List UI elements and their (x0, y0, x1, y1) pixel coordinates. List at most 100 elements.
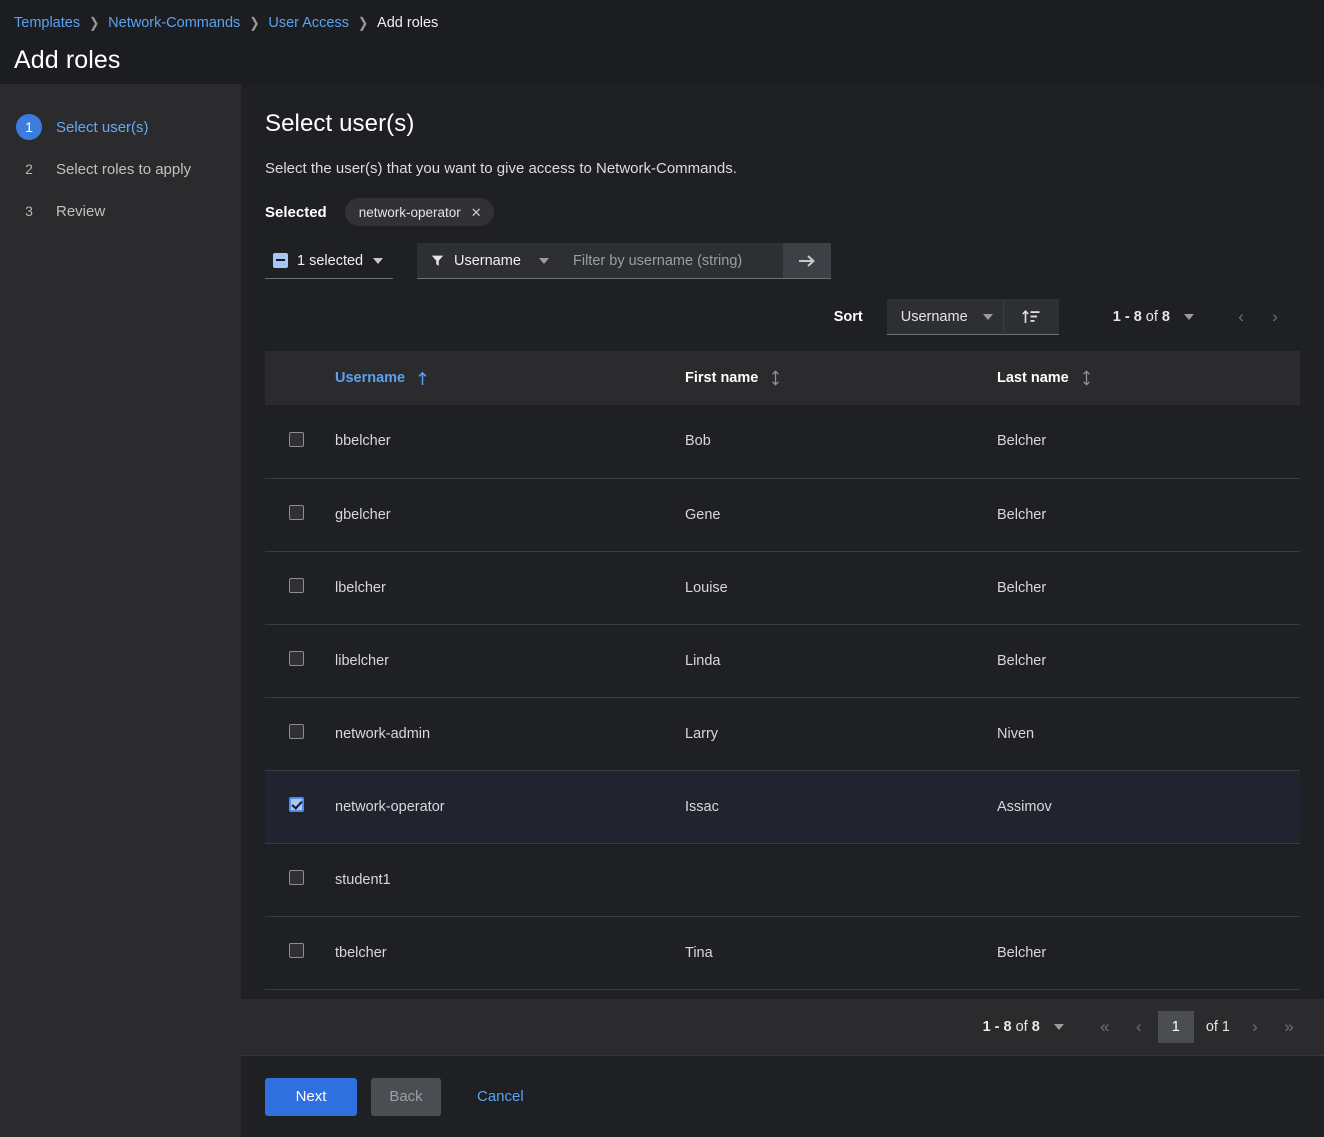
chevron-down-icon[interactable] (539, 257, 549, 264)
cell-username: libelcher (335, 624, 685, 698)
wizard-step-number: 2 (25, 161, 33, 177)
header-cell-username[interactable]: Username (335, 351, 685, 405)
header-label-last-name: Last name (997, 370, 1069, 386)
header-sort-username[interactable]: Username (335, 370, 685, 386)
breadcrumb-item-add-roles: Add roles (377, 15, 439, 31)
pagination-perpage-chevron-down-icon[interactable] (1184, 314, 1194, 320)
pagination-first-button[interactable]: « (1088, 1010, 1122, 1044)
table-row[interactable]: gbelcher Gene Belcher (265, 478, 1300, 552)
row-checkbox[interactable] (289, 724, 304, 739)
breadcrumb: Templates ❯ Network-Commands ❯ User Acce… (14, 12, 1324, 34)
sort-direction-button[interactable] (1002, 299, 1059, 335)
section-title: Select user(s) (265, 110, 415, 137)
cell-checkbox[interactable] (265, 551, 335, 625)
cell-first-name: Bob (685, 405, 997, 479)
body-split: 1 Select user(s) 2 Select roles to apply… (0, 84, 1324, 1137)
bulk-select-dropdown[interactable]: 1 selected (265, 243, 393, 279)
header-label-first-name: First name (685, 370, 759, 386)
cell-last-name: Belcher (997, 478, 1300, 552)
row-checkbox[interactable] (289, 797, 304, 812)
breadcrumb-item-network-commands[interactable]: Network-Commands (108, 12, 240, 34)
wizard-step-label: Review (56, 202, 106, 220)
pagination-next-button[interactable]: › (1238, 1010, 1272, 1044)
cell-username: network-operator (335, 770, 685, 844)
cell-username: gbelcher (335, 478, 685, 552)
cell-last-name: Belcher (997, 916, 1300, 990)
cell-first-name: Linda (685, 624, 997, 698)
wizard-step-select-users[interactable]: 1 Select user(s) (0, 106, 240, 148)
breadcrumb-separator-icon: ❯ (249, 14, 260, 32)
top-pagination-prev-button[interactable]: ‹ (1224, 300, 1258, 334)
page-header: Templates ❯ Network-Commands ❯ User Acce… (0, 0, 1324, 84)
cell-first-name: Tina (685, 916, 997, 990)
cell-first-name (685, 843, 997, 917)
cell-last-name: Belcher (997, 624, 1300, 698)
sort-field-label: Username (900, 308, 968, 325)
cell-checkbox[interactable] (265, 843, 335, 917)
cell-checkbox[interactable] (265, 916, 335, 990)
row-checkbox[interactable] (289, 870, 304, 885)
header-cell-first-name[interactable]: First name (685, 351, 997, 405)
header-sort-last-name[interactable]: Last name (997, 370, 1300, 386)
table-row[interactable]: libelcher Linda Belcher (265, 624, 1300, 698)
sort-field-dropdown[interactable]: Username (886, 299, 1003, 335)
cell-username: lbelcher (335, 551, 685, 625)
row-checkbox[interactable] (289, 578, 304, 593)
bottom-perpage-chevron-down-icon[interactable] (1053, 1024, 1064, 1030)
cell-username: student1 (335, 843, 685, 917)
sort-control: Username (886, 299, 1059, 335)
top-pagination-next-button[interactable]: › (1258, 300, 1292, 334)
bulk-select-checkbox-indeterminate[interactable] (273, 253, 288, 268)
row-checkbox[interactable] (289, 505, 304, 520)
breadcrumb-separator-icon: ❯ (357, 14, 369, 32)
table-row[interactable]: network-admin Larry Niven (265, 697, 1300, 771)
top-pagination-of: of (1145, 309, 1158, 325)
row-checkbox[interactable] (289, 431, 304, 447)
header-label-username: Username (335, 370, 406, 386)
wizard-step-nav: 1 Select user(s) 2 Select roles to apply… (0, 84, 241, 1137)
next-button[interactable]: Next (265, 1077, 357, 1116)
pagination-last-button[interactable]: » (1272, 1010, 1306, 1044)
cell-last-name (997, 843, 1300, 917)
breadcrumb-item-templates[interactable]: Templates (14, 12, 80, 34)
row-checkbox[interactable] (289, 651, 304, 666)
cell-checkbox[interactable] (265, 405, 335, 479)
header-sort-first-name[interactable]: First name (685, 370, 997, 386)
chip-label: network-operator (358, 204, 461, 220)
cell-checkbox[interactable] (265, 770, 335, 844)
breadcrumb-item-user-access[interactable]: User Access (268, 12, 349, 34)
breadcrumb-separator-icon: ❯ (89, 14, 100, 32)
pagination-prev-button[interactable]: ‹ (1122, 1010, 1156, 1044)
chip-remove-icon[interactable]: ✕ (471, 206, 482, 219)
filter-submit-button[interactable] (783, 243, 831, 279)
chevron-down-icon[interactable] (373, 257, 384, 264)
wizard-step-select-roles[interactable]: 2 Select roles to apply (0, 148, 240, 190)
wizard-step-number: 1 (16, 114, 42, 140)
chevron-down-icon[interactable] (982, 313, 993, 320)
wizard-step-review[interactable]: 3 Review (0, 190, 240, 232)
cancel-button[interactable]: Cancel (477, 1078, 524, 1116)
filter-attribute-dropdown[interactable]: Username (417, 243, 561, 279)
table-toolbar: 1 selected Username (265, 243, 1300, 283)
cell-checkbox[interactable] (265, 697, 335, 771)
header-cell-checkbox (265, 351, 335, 405)
wizard-step-number: 3 (25, 203, 33, 219)
table-row[interactable]: student1 (265, 843, 1300, 917)
table-row[interactable]: lbelcher Louise Belcher (265, 551, 1300, 625)
pagination-page-input[interactable]: 1 (1157, 1011, 1194, 1043)
cell-checkbox[interactable] (265, 624, 335, 698)
users-table-head: Username First name Last name (265, 351, 1300, 405)
filter-input[interactable] (561, 243, 783, 279)
cell-first-name: Louise (685, 551, 997, 625)
cell-first-name: Larry (685, 697, 997, 771)
table-row[interactable]: tbelcher Tina Belcher (265, 916, 1300, 990)
header-cell-last-name[interactable]: Last name (997, 351, 1300, 405)
table-row[interactable]: bbelcher Bob Belcher (265, 405, 1300, 479)
filter-attribute-label: Username (454, 252, 521, 269)
cell-checkbox[interactable] (265, 478, 335, 552)
users-table: Username First name Last name bbelcher B… (265, 351, 1300, 990)
row-checkbox[interactable] (289, 943, 304, 958)
table-row[interactable]: network-operator Issac Assimov (265, 770, 1300, 844)
cell-last-name: Niven (997, 697, 1300, 771)
top-pagination: 1 - 8 of 8 ‹ › (1113, 300, 1292, 334)
